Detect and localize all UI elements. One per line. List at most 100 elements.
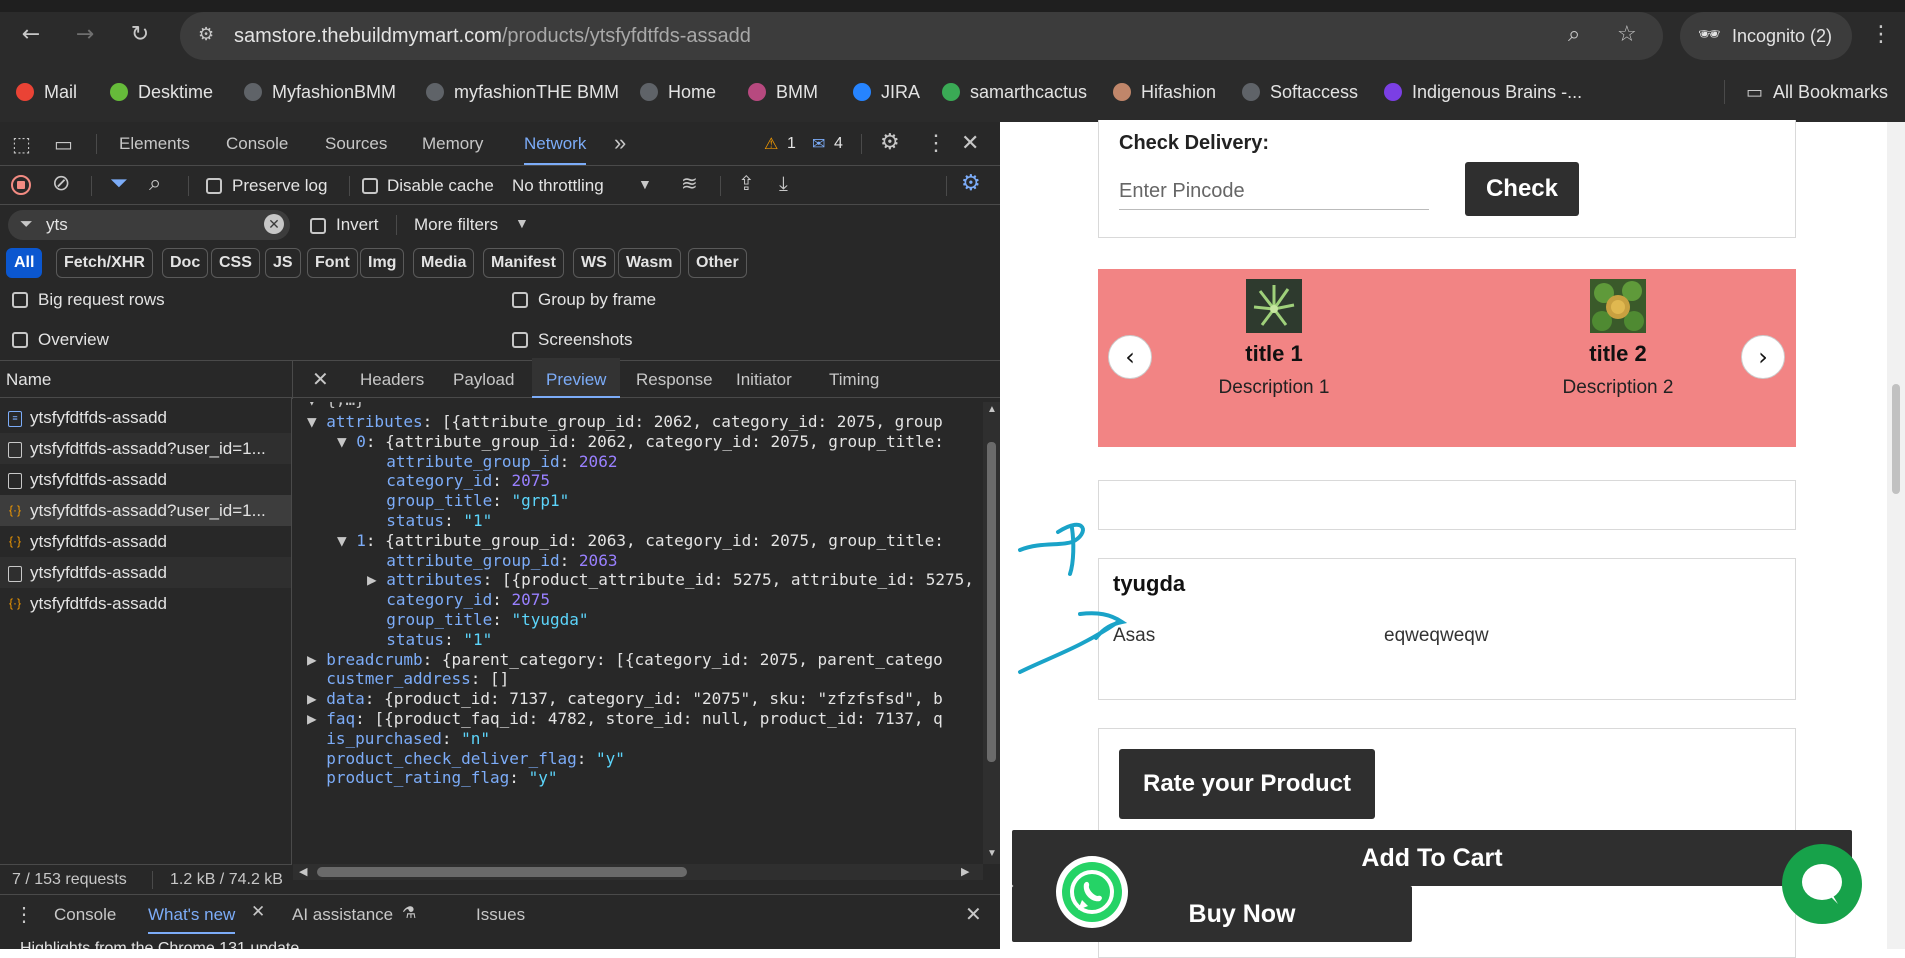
export-har-icon[interactable]: ⤓	[779, 171, 788, 195]
bookmark-item[interactable]: Softaccess	[1242, 80, 1358, 104]
bookmark-item[interactable]: BMM	[748, 80, 818, 104]
type-chip-fetchxhr[interactable]: Fetch/XHR	[56, 248, 153, 278]
bookmark-item[interactable]: Home	[640, 80, 716, 104]
tab-console[interactable]: Console	[226, 122, 288, 166]
expand-right-icon[interactable]: ▶	[307, 689, 326, 708]
type-chip-img[interactable]: Img	[360, 248, 405, 278]
inspect-icon[interactable]: ⬚	[12, 132, 31, 156]
tab-network[interactable]: Network	[524, 122, 587, 165]
close-tab-icon[interactable]: ✕	[251, 902, 265, 922]
pincode-input[interactable]: Enter Pincode	[1119, 172, 1429, 210]
big-request-rows-checkbox[interactable]	[12, 292, 28, 308]
detail-tab-timing[interactable]: Timing	[829, 358, 879, 402]
drawer-tab-ai-assistance[interactable]: AI assistance	[292, 893, 393, 937]
menu-kebab-icon[interactable]: ⋮	[1868, 22, 1894, 48]
request-row[interactable]: ytsfyfdtfds-assadd?user_id=1...	[0, 433, 291, 464]
forward-icon[interactable]: →	[72, 22, 98, 48]
whatsapp-icon[interactable]	[1056, 856, 1128, 928]
disable-cache-checkbox[interactable]	[362, 178, 378, 194]
expand-right-icon[interactable]: ▶	[307, 709, 326, 728]
overview-checkbox[interactable]	[12, 332, 28, 348]
clear-icon[interactable]: ⊘	[52, 171, 70, 196]
filter-icon[interactable]: ⏷	[110, 171, 128, 196]
preview-hscrollbar[interactable]: ◀ ▶	[293, 864, 983, 880]
clear-filter-icon[interactable]: ✕	[264, 214, 284, 234]
record-icon[interactable]	[11, 175, 31, 195]
json-line[interactable]: product_rating_flag: "y"	[307, 766, 557, 790]
type-chip-all[interactable]: All	[6, 248, 43, 278]
type-chip-wasm[interactable]: Wasm	[618, 248, 681, 278]
bookmark-item[interactable]: samarthcactus	[942, 80, 1087, 104]
detail-tab-response[interactable]: Response	[636, 358, 713, 402]
messages-icon[interactable]: ✉	[812, 134, 825, 154]
network-conditions-icon[interactable]: ≋	[681, 171, 698, 195]
hscrollbar-thumb[interactable]	[317, 867, 687, 877]
bookmark-item[interactable]: MyfashionBMM	[244, 80, 396, 104]
all-bookmarks[interactable]: ▭ All Bookmarks	[1746, 80, 1888, 104]
tab-memory[interactable]: Memory	[422, 122, 483, 166]
type-chip-css[interactable]: CSS	[211, 248, 260, 278]
drawer-tab-whats-new[interactable]: What's new	[148, 893, 236, 934]
drawer-tab-issues[interactable]: Issues	[476, 893, 525, 937]
import-har-icon[interactable]: ⇪	[738, 171, 755, 195]
page-scrollbar-thumb[interactable]	[1892, 384, 1900, 494]
detail-tab-headers[interactable]: Headers	[360, 358, 424, 402]
rate-product-button[interactable]: Rate your Product	[1119, 749, 1375, 819]
settings-gear-icon[interactable]: ⚙	[880, 130, 900, 155]
chevron-down-icon[interactable]: ▼	[515, 215, 529, 231]
device-toolbar-icon[interactable]: ▭	[54, 132, 73, 156]
detail-tab-initiator[interactable]: Initiator	[736, 358, 792, 402]
expand-down-icon[interactable]: ▼	[337, 432, 356, 451]
drawer-menu-icon[interactable]: ⋮	[14, 902, 34, 927]
scroll-right-icon[interactable]: ▶	[961, 865, 969, 878]
request-row[interactable]: {·} ytsfyfdtfds-assadd	[0, 588, 291, 619]
name-column-header[interactable]: Name	[6, 370, 51, 390]
address-bar[interactable]: ⚙ samstore.thebuildmymart.com/products/y…	[180, 12, 1663, 60]
expand-right-icon[interactable]: ▶	[367, 570, 386, 589]
site-info-icon[interactable]: ⚙	[198, 24, 214, 45]
zoom-search-icon[interactable]: ⌕	[1568, 22, 1580, 47]
group-by-frame-checkbox[interactable]	[512, 292, 528, 308]
request-row[interactable]: {·} ytsfyfdtfds-assadd?user_id=1...	[0, 495, 291, 526]
bookmark-item[interactable]: Indigenous Brains -...	[1384, 80, 1582, 104]
detail-tab-preview[interactable]: Preview	[532, 358, 621, 398]
tab-elements[interactable]: Elements	[119, 122, 190, 166]
expand-right-icon[interactable]: ▶	[307, 650, 326, 669]
close-drawer-icon[interactable]: ✕	[965, 902, 982, 927]
incognito-badge[interactable]: 🕶 Incognito (2)	[1680, 12, 1852, 60]
type-chip-font[interactable]: Font	[307, 248, 358, 278]
scroll-down-icon[interactable]: ▼	[987, 848, 997, 859]
carousel-prev-button[interactable]: ‹	[1108, 335, 1152, 379]
network-settings-icon[interactable]: ⚙	[961, 171, 981, 196]
bookmark-item[interactable]: JIRA	[853, 80, 920, 104]
throttling-select[interactable]: No throttling	[512, 176, 604, 196]
preview-scrollbar[interactable]: ▲ ▼	[983, 402, 1000, 864]
invert-checkbox[interactable]	[310, 218, 326, 234]
chat-icon[interactable]	[1782, 844, 1862, 924]
request-row[interactable]: {·} ytsfyfdtfds-assadd	[0, 526, 291, 557]
warning-icon[interactable]: ⚠	[764, 134, 778, 154]
preserve-log-checkbox[interactable]	[206, 178, 222, 194]
check-button[interactable]: Check	[1465, 162, 1579, 216]
screenshots-checkbox[interactable]	[512, 332, 528, 348]
scroll-up-icon[interactable]: ▲	[987, 404, 997, 415]
type-chip-doc[interactable]: Doc	[162, 248, 209, 278]
type-chip-manifest[interactable]: Manifest	[483, 248, 564, 278]
tab-sources[interactable]: Sources	[325, 122, 387, 166]
expand-down-icon[interactable]: ▼	[337, 531, 356, 550]
add-to-cart-button[interactable]: Add To Cart	[1012, 830, 1852, 886]
filter-input[interactable]: ⏷ yts ✕	[8, 210, 290, 240]
page-scrollbar[interactable]	[1887, 122, 1905, 949]
chevron-down-icon[interactable]: ▼	[638, 176, 652, 192]
expand-down-icon[interactable]: ▼	[307, 412, 326, 431]
scroll-left-icon[interactable]: ◀	[299, 865, 307, 878]
request-row[interactable]: ytsfyfdtfds-assadd	[0, 557, 291, 588]
type-chip-ws[interactable]: WS	[573, 248, 615, 278]
more-filters-dropdown[interactable]: More filters	[414, 215, 498, 235]
type-chip-other[interactable]: Other	[688, 248, 747, 278]
devtools-menu-icon[interactable]: ⋮	[925, 130, 947, 156]
more-tabs-icon[interactable]: »	[614, 130, 626, 156]
carousel-next-button[interactable]: ›	[1741, 335, 1785, 379]
reload-icon[interactable]: ↻	[127, 22, 153, 48]
bookmark-item[interactable]: myfashionTHE BMM	[426, 80, 619, 104]
